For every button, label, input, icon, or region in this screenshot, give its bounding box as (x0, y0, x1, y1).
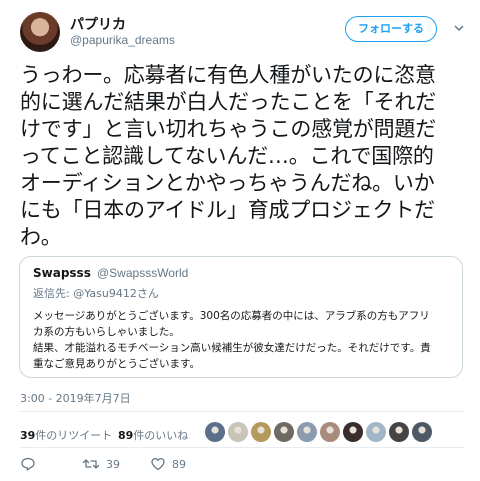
quoted-text-line: メッセージありがとうございます。300名の応募者の中には、アラブ系の方もアフリ (33, 310, 430, 322)
like-stat-count: 89 (118, 429, 134, 442)
author-handle[interactable]: @papurika_dreams (70, 33, 175, 47)
quoted-author-name: Swapsss (33, 266, 91, 280)
like-button[interactable]: 89 (150, 454, 186, 474)
quoted-text: メッセージありがとうございます。300名の応募者の中には、アラブ系の方もアフリ … (33, 308, 453, 372)
like-stat-label: 件のいいね (133, 429, 189, 442)
liker-avatar-10[interactable] (412, 422, 432, 442)
retweet-icon (82, 459, 100, 469)
quoted-text-line: 結果、才能溢れるモチベーション高い候補生が彼女達だけだった。それだけです。貴 (33, 342, 431, 354)
like-count: 89 (172, 457, 186, 471)
quoted-author-handle: @SwapsssWorld (97, 266, 189, 280)
chevron-down-icon[interactable] (453, 22, 465, 34)
tweet-text-line: オーディションとかやっちゃうんだね。いか (20, 171, 435, 195)
divider (20, 447, 464, 448)
like-stat[interactable]: 89件のいいね (118, 427, 188, 443)
retweet-count: 39 (106, 457, 120, 471)
liker-avatar-9[interactable] (389, 422, 409, 442)
liker-avatar-4[interactable] (274, 422, 294, 442)
quoted-text-line: 重なご意見ありがとうございます。 (33, 358, 200, 370)
liker-avatar-7[interactable] (343, 422, 363, 442)
quoted-reply-to: 返信先: @Yasu9412さん (33, 287, 159, 300)
liker-avatar-8[interactable] (366, 422, 386, 442)
author-display-name[interactable]: パプリカ (70, 14, 126, 34)
tweet-actions: 39 89 (20, 454, 464, 478)
avatar[interactable] (20, 12, 60, 52)
retweet-stat[interactable]: 39件のリツイート (20, 427, 112, 443)
retweet-stat-label: 件のリツイート (35, 429, 113, 442)
tweet-text-line: わ。 (20, 225, 62, 249)
tweet-text-line: けです」と言い切れちゃうこの感覚が問題だ (20, 117, 436, 141)
heart-icon (151, 457, 165, 471)
liker-avatar-1[interactable] (205, 422, 225, 442)
liker-avatar-5[interactable] (297, 422, 317, 442)
divider (20, 411, 464, 412)
reply-button[interactable] (20, 454, 36, 474)
tweet-timestamp[interactable]: 3:00 - 2019年7月7日 (20, 390, 131, 406)
tweet-header: パプリカ @papurika_dreams フォローする (0, 0, 480, 62)
quoted-text-line: カ系の方もいらしゃいました。 (33, 326, 180, 338)
retweet-stat-count: 39 (20, 429, 36, 442)
retweet-button[interactable]: 39 (82, 454, 120, 474)
quoted-tweet[interactable]: Swapsss @SwapsssWorld 返信先: @Yasu9412さん メ… (19, 256, 463, 378)
liker-avatar-2[interactable] (228, 422, 248, 442)
reply-icon (21, 457, 35, 471)
follow-button[interactable]: フォローする (345, 16, 437, 42)
liker-avatar-6[interactable] (320, 422, 340, 442)
tweet-text-line: にも「日本のアイドル」育成プロジェクトだ (20, 198, 435, 222)
tweet-text: うっわー。応募者に有色人種がいたのに恣意 的に選んだ結果が白人だったことを「それ… (20, 62, 465, 251)
liker-avatar-3[interactable] (251, 422, 271, 442)
tweet-text-line: 的に選んだ結果が白人だったことを「それだ (20, 90, 436, 114)
tweet-text-line: うっわー。応募者に有色人種がいたのに恣意 (20, 63, 436, 87)
tweet-text-line: ってこと認識してないんだ…。これで国際的 (20, 144, 434, 168)
